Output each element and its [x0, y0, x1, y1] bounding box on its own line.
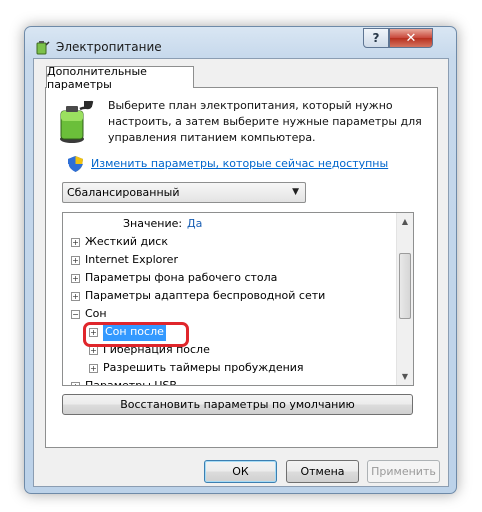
- tree-item-label: Жесткий диск: [85, 235, 168, 248]
- apply-button[interactable]: Применить: [367, 460, 440, 483]
- expand-icon[interactable]: +: [71, 256, 80, 265]
- battery-plug-icon: [60, 100, 94, 143]
- collapse-icon[interactable]: −: [71, 310, 80, 319]
- expand-icon[interactable]: +: [71, 382, 80, 385]
- power-options-window: Электропитание ? ✕ Дополнительные параме…: [24, 26, 457, 494]
- power-plan-select-value: Сбалансированный: [67, 186, 180, 199]
- tree-item-label: Параметры фона рабочего стола: [85, 271, 278, 284]
- close-icon: ✕: [405, 30, 417, 46]
- settings-tree[interactable]: Значение: Да + Жесткий диск + Internet E…: [62, 212, 414, 386]
- help-icon: ?: [372, 31, 380, 45]
- expand-icon[interactable]: +: [89, 364, 98, 373]
- dialog-client-area: Дополнительные параметры Выберите план э…: [33, 58, 449, 487]
- cancel-button[interactable]: Отмена: [286, 460, 359, 483]
- chevron-down-icon: ▼: [292, 187, 299, 197]
- tree-item-label: Параметры адаптера беспроводной сети: [85, 289, 326, 302]
- expand-icon[interactable]: +: [71, 274, 80, 283]
- restore-defaults-button[interactable]: Восстановить параметры по умолчанию: [62, 394, 413, 415]
- value-label: Значение:: [123, 217, 183, 230]
- scroll-thumb[interactable]: [399, 253, 411, 319]
- tree-item-label: Разрешить таймеры пробуждения: [103, 361, 304, 374]
- expand-icon[interactable]: +: [71, 238, 80, 247]
- power-plan-select[interactable]: Сбалансированный ▼: [62, 182, 306, 203]
- window-title: Электропитание: [56, 40, 162, 54]
- change-unavailable-settings-link[interactable]: Изменить параметры, которые сейчас недос…: [91, 157, 388, 170]
- ok-button[interactable]: ОК: [204, 460, 277, 483]
- highlight-annotation: [83, 322, 189, 347]
- tab-label: Дополнительные параметры: [47, 64, 147, 91]
- tree-item-label: Параметры USB: [85, 379, 177, 386]
- plan-description: Выберите план электропитания, который ну…: [108, 99, 422, 144]
- value-link[interactable]: Да: [187, 215, 202, 233]
- tree-item-label: Сон: [85, 307, 107, 320]
- expand-icon[interactable]: +: [89, 346, 98, 355]
- vertical-scrollbar[interactable]: ▲ ▼: [396, 213, 413, 385]
- uac-shield-icon: [68, 156, 83, 172]
- expand-icon[interactable]: +: [71, 292, 80, 301]
- close-button[interactable]: ✕: [389, 28, 433, 48]
- scroll-up-icon[interactable]: ▲: [397, 213, 413, 230]
- tree-item-label: Internet Explorer: [85, 253, 178, 266]
- scroll-down-icon[interactable]: ▼: [397, 368, 413, 385]
- tab-advanced-settings[interactable]: Дополнительные параметры: [46, 64, 194, 91]
- help-button[interactable]: ?: [363, 28, 389, 48]
- tab-panel: Выберите план электропитания, который ну…: [45, 87, 438, 448]
- power-battery-icon: [36, 41, 50, 55]
